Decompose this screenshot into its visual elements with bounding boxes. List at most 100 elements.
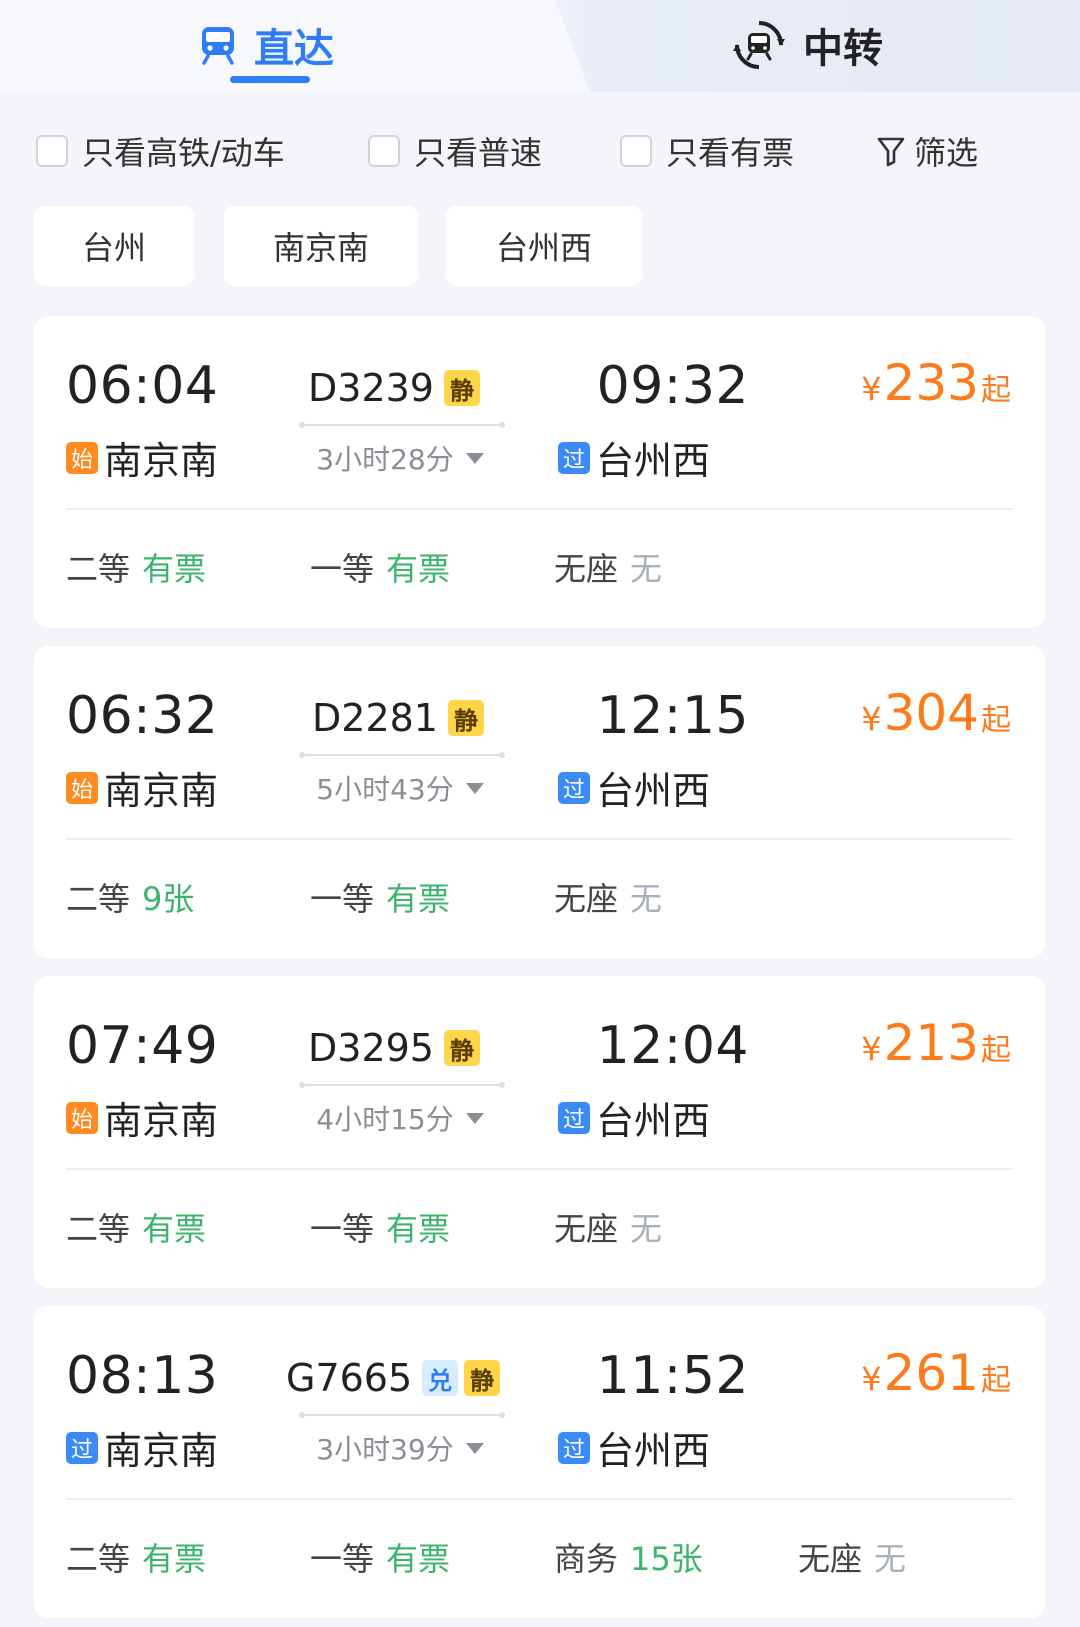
duration-toggle[interactable]: 4小时15分	[300, 1098, 500, 1138]
top-tab-bar: 直达 中转	[0, 0, 1080, 92]
station-chip-taizhou[interactable]: 台州	[34, 206, 194, 286]
arrival-time: 09:32	[596, 356, 749, 416]
duration-toggle[interactable]: 3小时39分	[300, 1428, 500, 1468]
train-number: D2281 静	[312, 696, 484, 740]
quiet-carriage-badge: 静	[443, 370, 480, 406]
seat-availability: 有票	[142, 550, 207, 588]
seat-availability: 有票	[386, 1540, 451, 1578]
duration-toggle[interactable]: 5小时43分	[300, 768, 500, 808]
arrival-station-name: 台州西	[596, 1429, 711, 1473]
train-card[interactable]: 07:49 D3295 静 4小时15分 12:04 始 南京南 过 台州西 ¥…	[34, 976, 1045, 1288]
departure-station-name: 南京南	[104, 1429, 219, 1473]
duration-text: 5小时43分	[316, 773, 454, 806]
duration-text: 4小时15分	[316, 1103, 454, 1136]
pass-station-tag: 过	[558, 1101, 590, 1134]
seat-availability: 15张	[630, 1540, 703, 1578]
price: ¥ 261 起	[861, 1344, 1011, 1402]
filter-high-speed-label: 只看高铁/动车	[82, 134, 285, 172]
filter-button[interactable]: 筛选	[876, 128, 978, 174]
station-chip-taizhouxi[interactable]: 台州西	[446, 206, 642, 286]
departure-station: 始 南京南	[66, 1090, 218, 1145]
pass-station-tag: 过	[558, 441, 590, 474]
currency-symbol: ¥	[861, 1030, 882, 1068]
train-number: G7665 兑 静	[286, 1356, 501, 1400]
seat-type: 一等	[310, 1540, 375, 1578]
departure-time: 06:04	[66, 356, 219, 416]
seat-second-class: 二等 有票	[66, 1204, 206, 1250]
seat-type: 无座	[554, 550, 619, 588]
start-station-tag: 始	[66, 771, 98, 804]
seat-type: 二等	[66, 880, 131, 918]
caret-down-icon	[465, 782, 484, 794]
pass-station-tag: 过	[66, 1431, 98, 1464]
card-divider	[66, 1498, 1013, 1500]
price-amount: 261	[883, 1344, 979, 1402]
price-suffix: 起	[981, 1363, 1011, 1398]
pass-station-tag: 过	[558, 771, 590, 804]
train-card[interactable]: 08:13 G7665 兑 静 3小时39分 11:52 过 南京南 过 台州西…	[34, 1306, 1045, 1618]
pass-station-tag: 过	[558, 1431, 590, 1464]
seat-second-class: 二等 有票	[66, 1534, 206, 1580]
seat-no-seat: 无座 无	[554, 874, 662, 920]
filter-available-only[interactable]: 只看有票	[620, 128, 794, 174]
seat-type: 一等	[310, 880, 375, 918]
duration-toggle[interactable]: 3小时28分	[300, 438, 500, 478]
filter-normal-speed[interactable]: 只看普速	[368, 128, 542, 174]
train-number: D3295 静	[308, 1026, 480, 1070]
caret-down-icon	[465, 1112, 484, 1124]
currency-symbol: ¥	[861, 1360, 882, 1398]
arrival-station: 过 台州西	[558, 1090, 710, 1145]
checkbox-normal-speed[interactable]	[368, 135, 400, 167]
currency-symbol: ¥	[861, 370, 882, 408]
price-amount: 213	[883, 1014, 979, 1072]
train-card[interactable]: 06:32 D2281 静 5小时43分 12:15 始 南京南 过 台州西 ¥…	[34, 646, 1045, 958]
exchange-badge: 兑	[422, 1360, 459, 1396]
seat-type: 无座	[554, 1210, 619, 1248]
arrival-time: 12:04	[596, 1016, 749, 1076]
tab-transfer[interactable]: 中转	[733, 10, 883, 80]
checkbox-high-speed[interactable]	[36, 135, 68, 167]
seat-type: 二等	[66, 1540, 131, 1578]
filter-button-label: 筛选	[914, 134, 979, 172]
filter-available-only-label: 只看有票	[666, 134, 795, 172]
route-line	[299, 1412, 505, 1418]
arrival-station-name: 台州西	[596, 1099, 711, 1143]
filter-high-speed[interactable]: 只看高铁/动车	[36, 128, 285, 174]
seat-type: 二等	[66, 1210, 131, 1248]
train-number-text: D3295	[308, 1026, 434, 1070]
duration-text: 3小时39分	[316, 1433, 454, 1466]
train-card[interactable]: 06:04 D3239 静 3小时28分 09:32 始 南京南 过 台州西 ¥…	[34, 316, 1045, 628]
train-number-text: G7665	[286, 1356, 413, 1400]
seat-type: 商务	[554, 1540, 619, 1578]
departure-station: 始 南京南	[66, 430, 218, 485]
station-chip-nanjingnan[interactable]: 南京南	[224, 206, 418, 286]
tab-direct[interactable]: 直达	[200, 10, 334, 80]
seat-availability: 有票	[386, 550, 451, 588]
price-suffix: 起	[981, 1033, 1011, 1068]
route-line	[299, 1082, 505, 1088]
price-amount: 233	[883, 354, 979, 412]
seat-first-class: 一等 有票	[310, 1534, 450, 1580]
start-station-tag: 始	[66, 441, 98, 474]
arrival-station: 过 台州西	[558, 1420, 710, 1475]
seat-no-seat: 无座 无	[554, 544, 662, 590]
seat-first-class: 一等 有票	[310, 544, 450, 590]
price-suffix: 起	[981, 373, 1011, 408]
route-line	[299, 422, 505, 428]
seat-no-seat: 无座 无	[554, 1204, 662, 1250]
price-amount: 304	[883, 684, 979, 742]
seat-first-class: 一等 有票	[310, 1204, 450, 1250]
departure-time: 07:49	[66, 1016, 219, 1076]
checkbox-available-only[interactable]	[620, 135, 652, 167]
transfer-train-icon	[733, 19, 785, 71]
seat-type: 一等	[310, 1210, 375, 1248]
arrival-station: 过 台州西	[558, 760, 710, 815]
seat-availability: 有票	[386, 1210, 451, 1248]
departure-time: 08:13	[66, 1346, 219, 1406]
active-tab-indicator	[230, 76, 310, 83]
quiet-carriage-badge: 静	[464, 1360, 501, 1396]
arrival-station-name: 台州西	[596, 769, 711, 813]
currency-symbol: ¥	[861, 700, 882, 738]
card-divider	[66, 838, 1013, 840]
seat-type: 无座	[554, 880, 619, 918]
